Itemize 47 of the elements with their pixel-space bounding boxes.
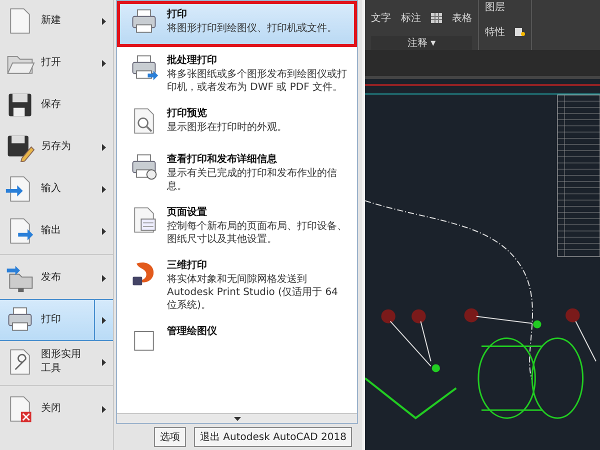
submenu-item-title: 三维打印 xyxy=(167,258,208,272)
menu-item[interactable]: 输出 xyxy=(0,210,113,252)
menu-item[interactable]: 保存 xyxy=(0,84,113,126)
menu-item-label: 保存 xyxy=(41,98,62,112)
footer-button[interactable]: 选项 xyxy=(154,427,186,447)
submenu-item-description: 将实体对象和无间隙网格发送到 Autodesk Print Studio (仅适用于 64 位系统)。 xyxy=(167,273,339,312)
folder-arrow-icon xyxy=(5,263,35,293)
ribbon-layer-label[interactable]: 图层 xyxy=(485,0,525,14)
caret-down-icon xyxy=(234,416,240,420)
submenu-item-title: 打印预览 xyxy=(167,106,208,120)
submenu-item-title: 管理绘图仪 xyxy=(167,324,218,338)
ribbon-properties-label[interactable]: 特性 xyxy=(485,25,505,39)
ribbon-table-label[interactable]: 表格 xyxy=(452,11,472,25)
menu-item-label: 打开 xyxy=(41,56,62,70)
submenu-item-description: 将图形打印到绘图仪、打印机或文件。 xyxy=(167,22,338,35)
menu-item-label: 另存为 xyxy=(41,140,72,154)
layer-icon xyxy=(515,27,525,37)
menu-item[interactable]: 打印 xyxy=(0,299,113,341)
menu-item-label: 输出 xyxy=(41,224,62,238)
submenu-item-title: 查看打印和发布详细信息 xyxy=(167,152,278,166)
menu-item-label: 新建 xyxy=(41,14,62,28)
menu-item[interactable]: 新建 xyxy=(0,0,113,42)
menu-item[interactable]: 关闭 xyxy=(0,388,113,430)
menu-item[interactable]: 打开 xyxy=(0,42,113,84)
ribbon-text-label[interactable]: 文字 xyxy=(371,11,391,25)
submenu-item-description: 将多张图纸或多个图形发布到绘图仪或打印机，或者发布为 DWF 或 PDF 文件。 xyxy=(167,68,348,94)
menu-item-label: 输入 xyxy=(41,182,62,196)
scroll-down-strip[interactable] xyxy=(117,413,357,423)
menu-item-label: 发布 xyxy=(41,271,62,285)
submenu-item-description: 显示图形在打印时的外观。 xyxy=(167,121,288,134)
ribbon-dimension-label[interactable]: 标注 xyxy=(401,11,421,25)
menu-item[interactable]: 图形实用工具 xyxy=(0,341,113,383)
menu-item-label: 关闭 xyxy=(41,402,62,416)
footer-button[interactable]: 退出 Autodesk AutoCAD 2018 xyxy=(194,427,352,447)
submenu-item-description: 显示有关已完成的打印和发布作业的信息。 xyxy=(167,167,338,193)
submenu-item-title: 页面设置 xyxy=(167,206,208,219)
table-icon xyxy=(431,13,442,23)
menu-item-label: 图形实用工具 xyxy=(41,348,82,376)
menu-item-label: 打印 xyxy=(41,313,62,327)
submenu-item-title: 打印 xyxy=(167,8,188,21)
menu-item[interactable]: 发布 xyxy=(0,257,113,299)
menu-item[interactable]: 另存为 xyxy=(0,126,113,168)
submenu-item-description: 控制每个新布局的页面布局、打印设备、图纸尺寸以及其他设置。 xyxy=(167,220,348,246)
menu-item[interactable]: 输入 xyxy=(0,168,113,210)
ribbon-panel-title[interactable]: 注释 ▾ xyxy=(371,36,472,50)
submenu-item-title: 批处理打印 xyxy=(167,54,218,67)
submenu-item[interactable]: 打印 将图形打印到绘图仪、打印机或文件。 xyxy=(117,1,357,47)
